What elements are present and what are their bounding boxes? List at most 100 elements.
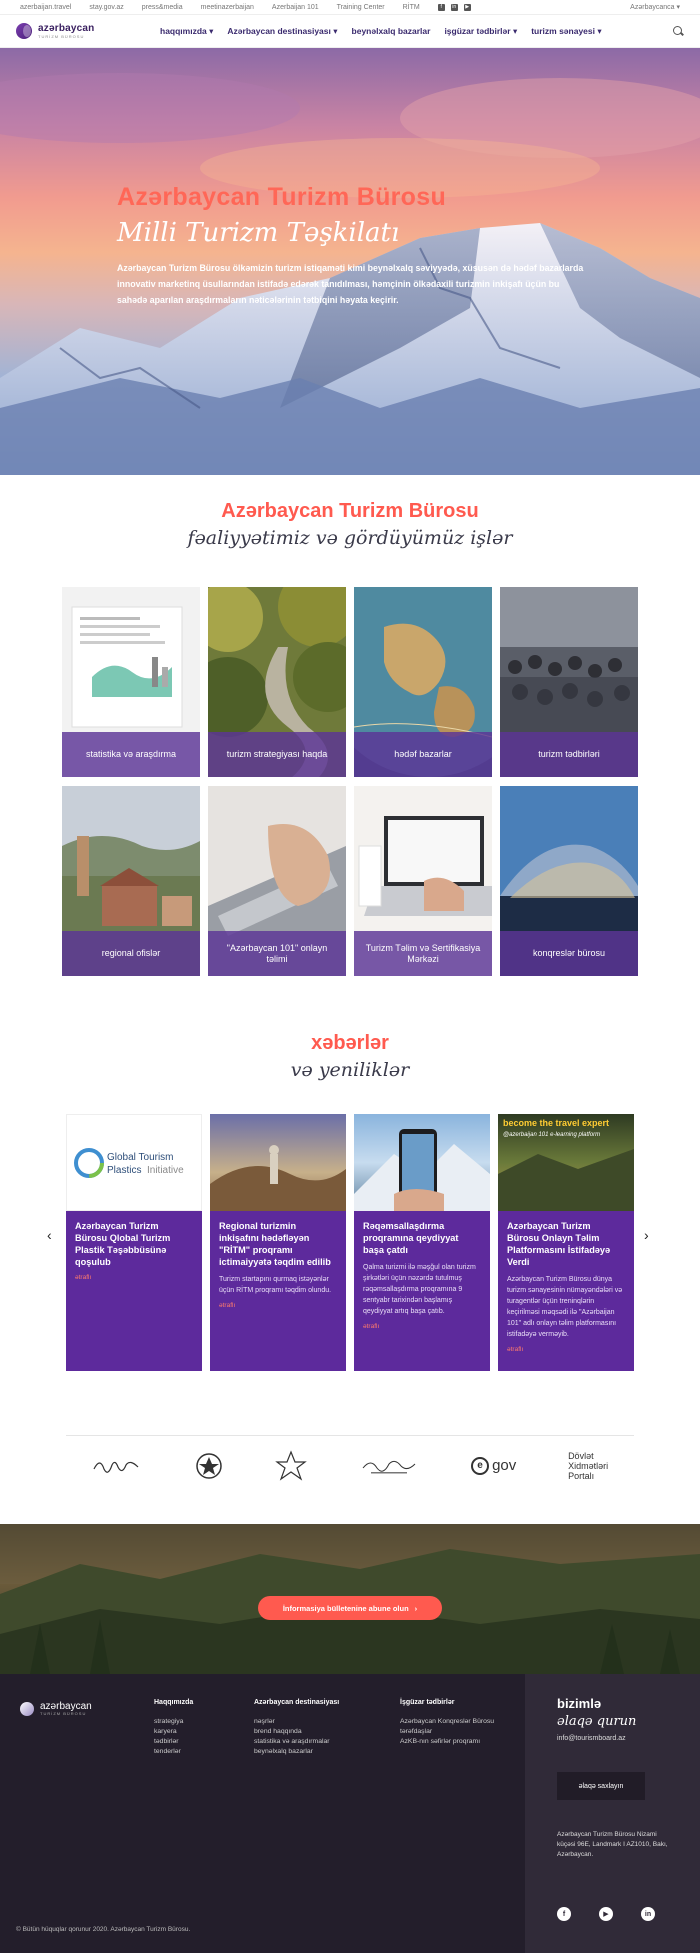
news-title[interactable]: Azərbaycan Turizm Bürosu Qlobal Turizm P… [75, 1220, 193, 1268]
footer-col-heading: Azərbaycan destinasiyası [254, 1699, 340, 1706]
nav-item-markets[interactable]: beynəlxalq bazarlar [352, 26, 431, 37]
footer-link[interactable]: karyera [154, 1727, 193, 1737]
footer-link[interactable]: brend haqqında [254, 1727, 339, 1737]
contact-email[interactable]: info@tourismboard.az [557, 1735, 668, 1742]
newsletter-subscribe-button[interactable]: İnformasiya bülletenine abune olun › [258, 1596, 442, 1620]
partner-emblem-logo[interactable] [194, 1451, 224, 1481]
news-more-link[interactable]: ətraflı [219, 1302, 337, 1309]
top-socials: f in ▶ [437, 3, 471, 11]
footer-contact-panel: bizimlə əlaqə qurun info@tourismboard.az… [525, 1674, 700, 1953]
youtube-icon[interactable]: ▶ [599, 1907, 613, 1921]
news-more-link[interactable]: ətraflı [75, 1274, 193, 1281]
footer-col-about: Haqqımızda strategiya karyera tədbirlər … [154, 1698, 193, 1757]
nav-label: Azərbaycan destinasiyası [227, 25, 331, 36]
egov-e-icon: e [471, 1456, 490, 1475]
site-logo[interactable]: azərbaycan TURİZM BÜROSU [16, 23, 146, 39]
news-carousel: Global Tourism Plastics Initiative Azərb… [66, 1114, 634, 1371]
footer-logo-mark-icon [20, 1702, 34, 1716]
footer-col-heading: İşgüzar tədbirlər [400, 1699, 455, 1706]
activity-card-target-markets[interactable]: hədəf bazarlar [354, 587, 492, 777]
link-azerbaijan-101[interactable]: Azerbaijan 101 [272, 4, 319, 11]
footer-link[interactable]: tenderlər [154, 1747, 193, 1757]
language-selector[interactable]: Azərbaycanca ▾ [630, 3, 680, 11]
partner-egov-logo[interactable]: e gov [471, 1456, 516, 1475]
link-training-center[interactable]: Training Center [337, 4, 385, 11]
nav-label: beynəlxalq bazarlar [351, 25, 431, 36]
link-meetinazerbaijan[interactable]: meetinazerbaijan [201, 4, 254, 11]
news-card[interactable]: become the travel expert @azerbaijan 101… [498, 1114, 634, 1371]
link-press-media[interactable]: press&media [142, 4, 183, 11]
nav-label: işgüzar tədbirlər [444, 25, 511, 36]
footer-link[interactable]: Azərbaycan Konqreslər Bürosu [400, 1717, 494, 1727]
news-description: Qalma turizmi ilə məşğul olan turizm şir… [363, 1264, 476, 1315]
activities-heading: Azərbaycan Turizm Bürosu fəaliyyətimiz v… [0, 500, 700, 549]
partner-ministry-logo[interactable] [359, 1454, 419, 1478]
activity-card-congress-bureau[interactable]: konqreslər bürosu [500, 786, 638, 976]
logo-subtitle: TURİZM BÜROSU [38, 33, 85, 39]
card-label: statistika və araşdırma [62, 732, 200, 777]
activity-card-training-center[interactable]: Turizm Təlim və Sertifikasiya Mərkəzi [354, 786, 492, 976]
partner-dxp-logo[interactable]: Dövlət Xidmətləri Portalı [568, 1451, 608, 1481]
footer-link[interactable]: AzKB-nın səfirlər proqramı [400, 1737, 494, 1747]
footer-link[interactable]: tədbirlər [154, 1737, 193, 1747]
nav-label: turizm sənayesi [531, 25, 595, 36]
activities-grid: statistika və araşdırma turizm strategiy… [62, 587, 638, 976]
news-title[interactable]: Regional turizmin inkişafını hədəfləyən … [219, 1220, 337, 1268]
news-image [210, 1114, 346, 1211]
news-more-link[interactable]: ətraflı [507, 1346, 625, 1353]
link-azerbaijan-travel[interactable]: azerbaijan.travel [20, 4, 71, 11]
linkedin-icon[interactable]: in [641, 1907, 655, 1921]
news-card[interactable]: Rəqəmsallaşdırma proqramına qeydiyyat ba… [354, 1114, 490, 1371]
travel-expert-image: become the travel expert @azerbaijan 101… [498, 1118, 634, 1211]
search-icon[interactable] [672, 25, 684, 37]
nav-item-business-events[interactable]: işgüzar tədbirlər ▾ [444, 26, 517, 37]
partners-strip: e gov Dövlət Xidmətləri Portalı [66, 1435, 634, 1495]
nav-item-industry[interactable]: turizm sənayesi ▾ [531, 26, 601, 37]
news-image [354, 1114, 490, 1211]
nav-item-about[interactable]: haqqımızda ▾ [160, 26, 213, 37]
news-card[interactable]: Regional turizmin inkişafını hədəfləyən … [210, 1114, 346, 1371]
activity-card-azerbaijan-101[interactable]: "Azərbaycan 101" onlayn təlimi [208, 786, 346, 976]
carousel-prev-icon[interactable]: ‹ [47, 1228, 57, 1242]
contact-us-button[interactable]: əlaqə saxlayın [557, 1772, 645, 1800]
link-ritm[interactable]: RİTM [403, 4, 420, 11]
carousel-next-icon[interactable]: › [644, 1228, 654, 1242]
youtube-icon[interactable]: ▶ [463, 3, 471, 11]
card-label: konqreslər bürosu [500, 931, 638, 976]
activity-card-statistics[interactable]: statistika və araşdırma [62, 587, 200, 777]
news-more-link[interactable]: ətraflı [363, 1323, 481, 1330]
facebook-icon[interactable]: f [437, 3, 445, 11]
plastics-logo-line2: Plastics [107, 1165, 141, 1176]
footer-link[interactable]: beynəlxalq bazarlar [254, 1747, 339, 1757]
hero-banner: Azərbaycan Turizm Bürosu Milli Turizm Tə… [0, 48, 700, 475]
activities-subtitle: fəaliyyətimiz və gördüyümüz işlər [187, 527, 513, 549]
activity-card-events[interactable]: turizm tədbirləri [500, 587, 638, 777]
partner-foundation-logo[interactable] [275, 1449, 308, 1482]
news-title[interactable]: Azərbaycan Turizm Bürosu Onlayn Təlim Pl… [507, 1220, 625, 1268]
hero-subtitle: Milli Turizm Təşkilatı [117, 218, 400, 248]
linkedin-icon[interactable]: in [450, 3, 458, 11]
activity-card-regional-offices[interactable]: regional ofislər [62, 786, 200, 976]
external-links: azerbaijan.travel stay.gov.az press&medi… [20, 3, 471, 11]
footer-col-business: İşgüzar tədbirlər Azərbaycan Konqreslər … [400, 1698, 494, 1747]
news-card[interactable]: Global Tourism Plastics Initiative Azərb… [66, 1114, 202, 1371]
link-stay-gov[interactable]: stay.gov.az [89, 4, 123, 11]
footer-socials: f ▶ in [557, 1907, 655, 1921]
primary-nav: haqqımızda ▾ Azərbaycan destinasiyası ▾ … [160, 26, 602, 37]
newsletter-band: İnformasiya bülletenine abune olun › [0, 1524, 700, 1674]
activity-card-strategy[interactable]: turizm strategiyası haqda [208, 587, 346, 777]
footer-logo[interactable]: azərbaycan TURİZM BÜROSU [20, 1702, 92, 1716]
footer-link[interactable]: nəşrlər [254, 1717, 339, 1727]
footer-link[interactable]: strategiya [154, 1717, 193, 1727]
facebook-icon[interactable]: f [557, 1907, 571, 1921]
partner-signature-logo[interactable] [92, 1455, 142, 1477]
card-label: Turizm Təlim və Sertifikasiya Mərkəzi [354, 931, 492, 976]
news-title[interactable]: Rəqəmsallaşdırma proqramına qeydiyyat ba… [363, 1220, 481, 1256]
phone-photo-image [354, 1129, 490, 1211]
news-description: Turizm startapını qurmaq istəyənlər üçün… [219, 1276, 332, 1294]
footer-link[interactable]: tərəfdaşlar [400, 1727, 494, 1737]
global-tourism-plastics-logo: Global Tourism Plastics Initiative [74, 1148, 184, 1178]
footer-link[interactable]: statistika və araşdırmalar [254, 1737, 339, 1747]
nav-item-destination[interactable]: Azərbaycan destinasiyası ▾ [227, 26, 337, 37]
nav-label: haqqımızda [160, 25, 207, 36]
